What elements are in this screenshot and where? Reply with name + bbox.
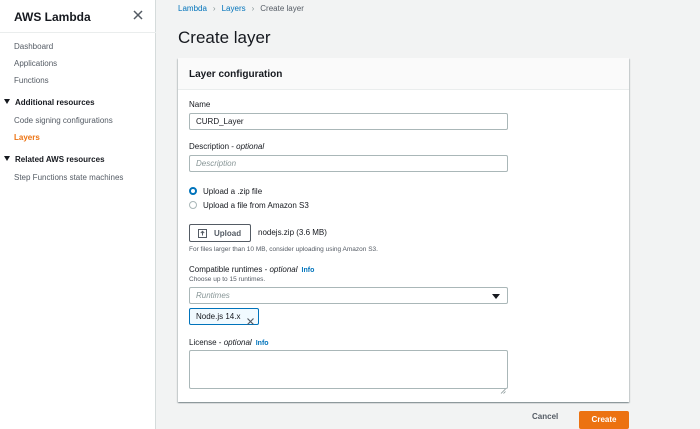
sidebar-section-related-aws-resources[interactable]: Related AWS resources [4, 155, 105, 164]
sidebar-section-label: Related AWS resources [15, 155, 105, 164]
caret-down-icon [4, 156, 10, 161]
license-textarea[interactable] [189, 350, 508, 394]
panel-header: Layer configuration [178, 58, 629, 90]
sidebar-item-step-functions[interactable]: Step Functions state machines [14, 173, 123, 182]
breadcrumb-layers[interactable]: Layers [222, 4, 246, 13]
chevron-right-icon: › [251, 4, 255, 13]
runtimes-placeholder: Runtimes [196, 291, 230, 300]
runtimes-hint: Choose up to 15 runtimes. [189, 276, 266, 283]
name-input[interactable]: CURD_Layer [189, 113, 508, 130]
runtimes-label-text: Compatible runtimes [189, 265, 263, 274]
radio-unselected-icon [189, 201, 197, 209]
runtimes-info-link[interactable]: Info [302, 267, 315, 274]
runtimes-label: Compatible runtimes - optional Info [189, 265, 315, 274]
license-label-text: License [189, 338, 217, 347]
sidebar-divider [0, 32, 156, 33]
sidebar-item-layers[interactable]: Layers [14, 133, 40, 142]
sidebar-item-applications[interactable]: Applications [14, 59, 57, 68]
cancel-button[interactable]: Cancel [532, 412, 558, 421]
radio-label: Upload a file from Amazon S3 [203, 201, 309, 210]
panel-title: Layer configuration [189, 69, 283, 80]
description-label-text: Description [189, 142, 230, 151]
license-label: License - optional Info [189, 338, 269, 347]
optional-text: optional [223, 338, 252, 347]
optional-text: optional [269, 265, 298, 274]
page-title: Create layer [178, 28, 271, 47]
file-name: nodejs.zip (3.6 MB) [258, 228, 327, 237]
sidebar-section-label: Additional resources [15, 98, 95, 107]
sidebar-title: AWS Lambda [14, 10, 91, 24]
remove-token-icon[interactable] [246, 313, 255, 325]
upload-icon [198, 229, 207, 238]
radio-label: Upload a .zip file [203, 187, 263, 196]
create-button[interactable]: Create [579, 411, 629, 429]
sidebar-section-additional-resources[interactable]: Additional resources [4, 98, 95, 107]
description-label: Description - optional [189, 142, 265, 151]
breadcrumb-current: Create layer [260, 4, 304, 13]
radio-selected-icon [189, 187, 197, 195]
layer-configuration-panel: Layer configuration Name CURD_Layer Desc… [178, 58, 629, 402]
breadcrumb: Lambda › Layers › Create layer [178, 4, 304, 13]
runtimes-select[interactable]: Runtimes [189, 287, 508, 304]
breadcrumb-lambda[interactable]: Lambda [178, 4, 207, 13]
sidebar-item-code-signing[interactable]: Code signing configurations [14, 116, 113, 125]
radio-upload-s3[interactable]: Upload a file from Amazon S3 [189, 201, 309, 210]
sidebar-item-functions[interactable]: Functions [14, 76, 49, 85]
upload-button[interactable]: Upload [189, 224, 251, 242]
optional-text: optional [236, 142, 265, 151]
close-icon[interactable] [131, 8, 145, 22]
sidebar-item-dashboard[interactable]: Dashboard [14, 42, 53, 51]
description-input[interactable]: Description [189, 155, 508, 172]
license-info-link[interactable]: Info [256, 340, 269, 347]
upload-hint: For files larger than 10 MB, consider up… [189, 246, 378, 253]
runtime-token: Node.js 14.x [189, 308, 259, 325]
chevron-right-icon: › [212, 4, 216, 13]
radio-upload-zip[interactable]: Upload a .zip file [189, 187, 262, 196]
caret-down-icon [492, 294, 500, 299]
resize-grip-icon[interactable] [500, 381, 506, 394]
caret-down-icon [4, 99, 10, 104]
name-label: Name [189, 100, 211, 109]
sidebar: AWS Lambda Dashboard Applications Functi… [0, 0, 156, 429]
upload-button-label: Upload [214, 229, 242, 238]
runtime-token-label: Node.js 14.x [196, 312, 241, 321]
